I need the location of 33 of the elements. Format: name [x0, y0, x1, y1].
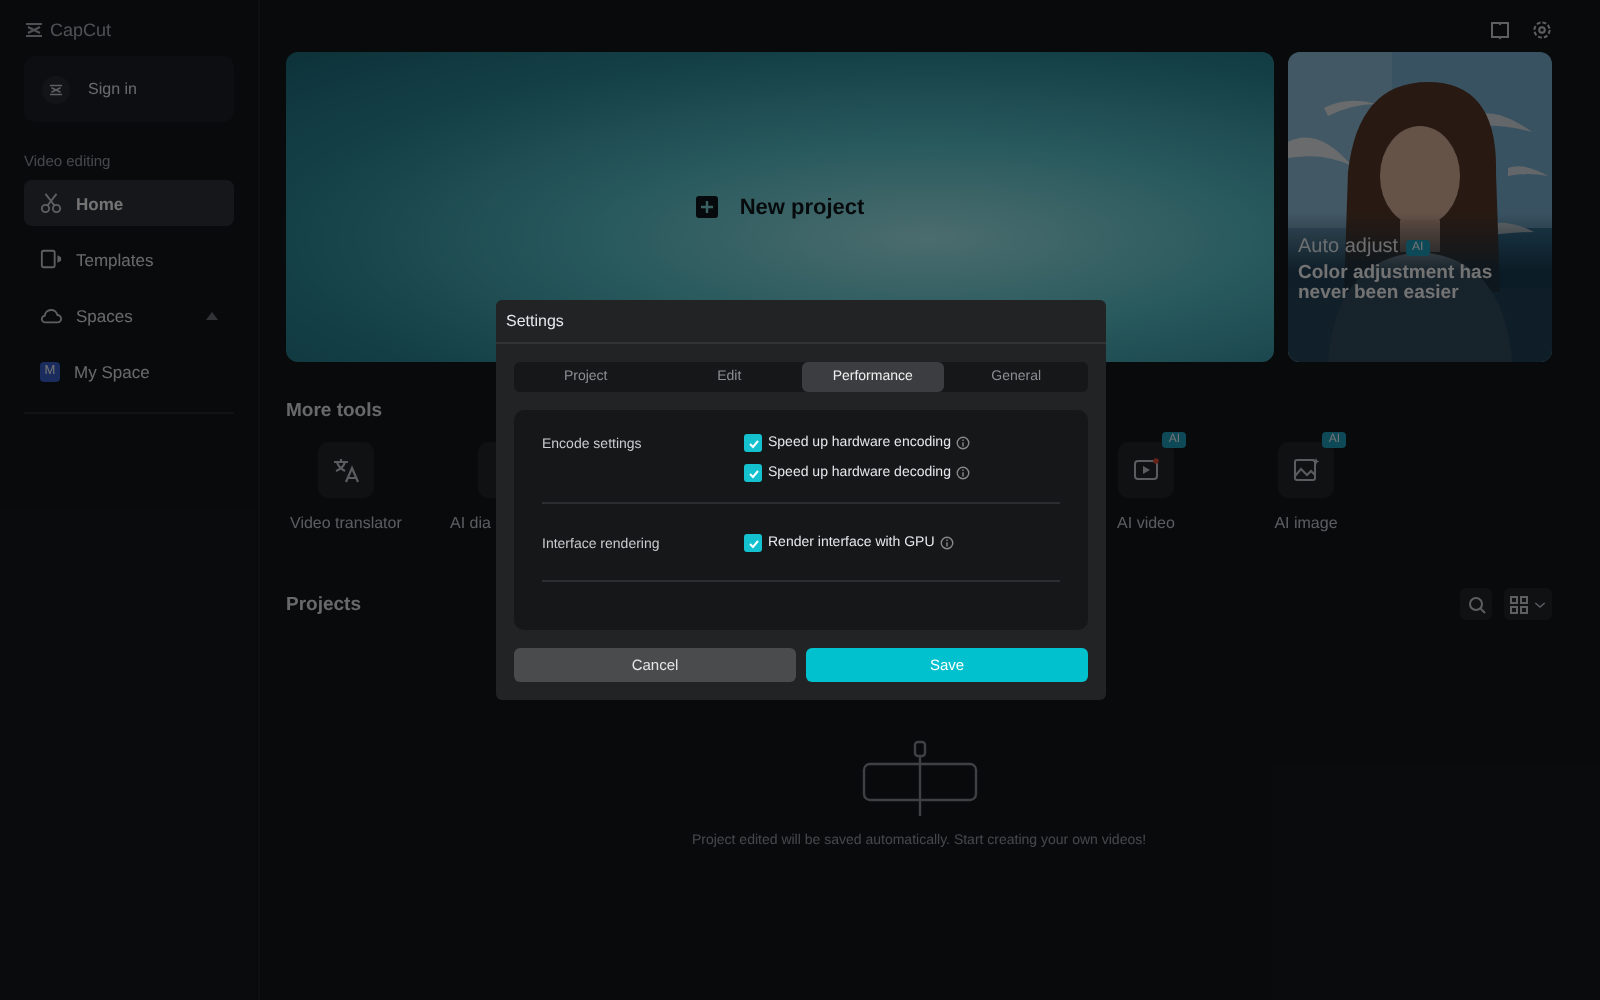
settings-icon[interactable]: [1532, 20, 1552, 40]
book-icon[interactable]: [1490, 20, 1510, 40]
search-button[interactable]: [1460, 588, 1492, 620]
section-title: More tools: [286, 400, 385, 422]
info-icon[interactable]: [956, 436, 971, 450]
promo-subtitle: Color adjustment has never been easier: [1298, 264, 1495, 306]
search-icon: [1467, 595, 1485, 613]
plus-icon: [695, 196, 718, 218]
tool-item[interactable]: Video translator: [266, 430, 426, 532]
logo-icon: [24, 22, 44, 38]
cloud-icon: [40, 304, 62, 326]
translate-icon: [332, 456, 360, 484]
timeline-icon: [861, 740, 977, 816]
video-icon: [1132, 456, 1160, 484]
templates-icon: [40, 248, 62, 270]
grid-icon: [1510, 595, 1528, 613]
image-icon: [1292, 456, 1320, 484]
sidebar-item[interactable]: Templates: [24, 236, 234, 282]
scissors-icon: [40, 192, 62, 214]
promo-title: Auto adjust: [1298, 236, 1399, 258]
checkbox[interactable]: [744, 434, 762, 452]
checkbox[interactable]: [744, 534, 762, 552]
sign-in-button[interactable]: Sign in: [24, 56, 234, 122]
section-title: Projects: [286, 593, 361, 615]
dialog-title: Settings: [496, 300, 1106, 344]
info-icon[interactable]: [956, 466, 971, 480]
info-icon[interactable]: [940, 536, 955, 550]
logo-icon: [48, 83, 64, 95]
sidebar-item[interactable]: Spaces: [24, 292, 234, 338]
sidebar-item[interactable]: Home: [24, 180, 234, 226]
view-toggle-button[interactable]: [1504, 588, 1552, 620]
app-name: CapCut: [50, 20, 112, 40]
checkbox[interactable]: [744, 464, 762, 482]
